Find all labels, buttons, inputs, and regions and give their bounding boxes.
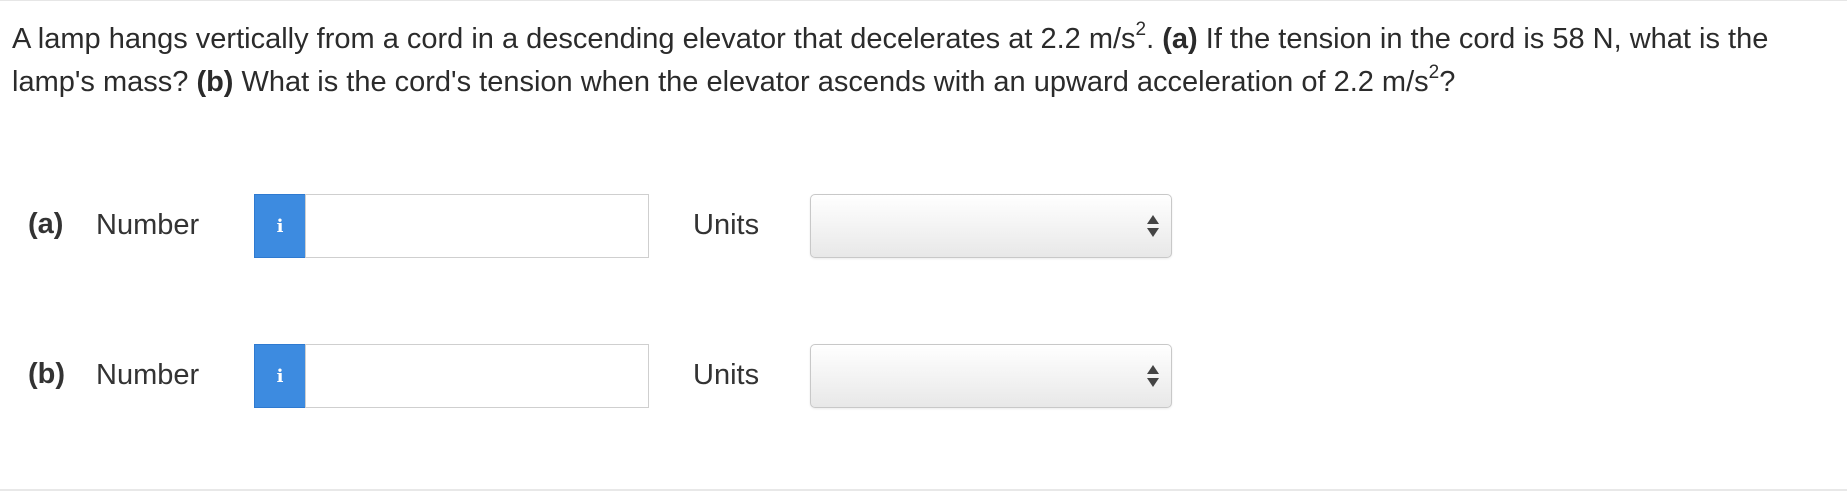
arrow-up-icon <box>1147 365 1159 374</box>
select-arrows-icon <box>1147 215 1159 239</box>
info-icon: i <box>276 365 284 387</box>
units-label-b: Units <box>693 359 760 391</box>
question-after-exp2: ? <box>1439 66 1456 98</box>
number-label-a: Number <box>96 209 200 241</box>
question-exponent-1: 2 <box>1135 19 1147 41</box>
question-part-b-tag: (b) <box>196 66 234 98</box>
number-label-b: Number <box>96 359 200 391</box>
number-input-a[interactable] <box>305 194 649 258</box>
units-label-a: Units <box>693 209 760 241</box>
arrow-down-icon <box>1147 228 1159 237</box>
select-arrows-icon <box>1147 365 1159 389</box>
info-button-b[interactable]: i <box>254 344 306 408</box>
info-icon: i <box>276 215 284 237</box>
question-part-a-tag: (a) <box>1162 23 1198 55</box>
part-label-a: (a) <box>28 208 64 240</box>
units-select-b[interactable] <box>810 344 1172 408</box>
number-input-b[interactable] <box>305 344 649 408</box>
answer-row-b: (b) Number i Units <box>0 343 1200 409</box>
top-divider <box>0 0 1847 1</box>
question-after-exp1: . <box>1146 23 1155 55</box>
info-button-a[interactable]: i <box>254 194 306 258</box>
part-label-b: (b) <box>28 358 66 390</box>
question-part-b-text: What is the cord's tension when the elev… <box>241 66 1429 98</box>
question-intro: A lamp hangs vertically from a cord in a… <box>12 23 1136 55</box>
units-select-a[interactable] <box>810 194 1172 258</box>
bottom-divider <box>0 489 1847 491</box>
arrow-up-icon <box>1147 215 1159 224</box>
answer-row-a: (a) Number i Units <box>0 193 1200 259</box>
question-text: A lamp hangs vertically from a cord in a… <box>12 18 1840 104</box>
arrow-down-icon <box>1147 378 1159 387</box>
question-exponent-2: 2 <box>1428 62 1440 84</box>
